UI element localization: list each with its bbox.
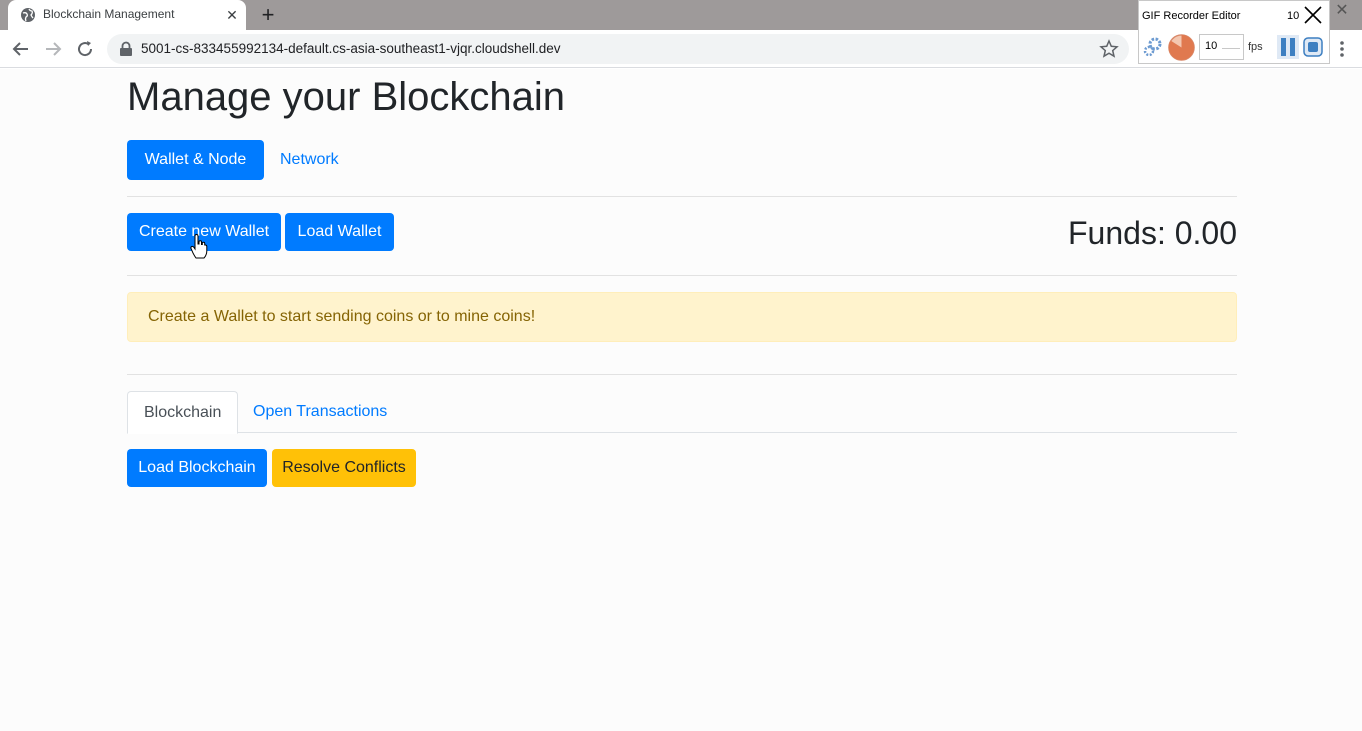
wallet-warning-alert: Create a Wallet to start sending coins o… xyxy=(127,292,1237,342)
reload-icon xyxy=(78,41,93,57)
load-wallet-button[interactable]: Load Wallet xyxy=(285,213,394,251)
globe-icon xyxy=(21,8,35,22)
divider xyxy=(127,196,1237,197)
gif-recorder-count: 10 xyxy=(1287,10,1300,22)
gif-recorder-panel: GIF Recorder Editor 10 10 fps xyxy=(1138,0,1330,64)
tab-blockchain[interactable]: Blockchain xyxy=(127,391,239,434)
reload-button[interactable] xyxy=(74,38,96,60)
arrow-left-icon xyxy=(12,42,28,56)
close-tab-icon[interactable]: ✕ xyxy=(224,7,240,23)
load-blockchain-button[interactable]: Load Blockchain xyxy=(127,449,267,487)
nav-network-link[interactable]: Network xyxy=(280,141,339,179)
fps-value: 10 xyxy=(1205,40,1218,52)
divider xyxy=(127,275,1237,276)
page-title: Manage your Blockchain xyxy=(127,75,566,119)
pause-button[interactable] xyxy=(1277,35,1299,59)
forward-button[interactable] xyxy=(42,38,64,60)
browser-tab-title: Blockchain Management xyxy=(43,7,175,21)
resolve-conflicts-button[interactable]: Resolve Conflicts xyxy=(272,449,416,487)
page-content: Manage your Blockchain Wallet & Node Net… xyxy=(0,69,1362,731)
pause-icon xyxy=(1281,38,1286,56)
gear-icon[interactable] xyxy=(1143,37,1163,57)
bookmark-star-icon[interactable] xyxy=(1099,39,1119,59)
close-icon[interactable] xyxy=(1303,5,1323,25)
new-tab-button[interactable]: + xyxy=(256,3,280,27)
more-menu-icon[interactable] xyxy=(1334,38,1350,60)
fps-label: fps xyxy=(1248,41,1263,53)
timer-icon[interactable] xyxy=(1167,33,1196,62)
arrow-right-icon xyxy=(46,42,62,56)
window-close-icon[interactable]: ✕ xyxy=(1333,2,1351,20)
lock-icon xyxy=(120,41,132,56)
address-bar[interactable]: 5001-cs-833455992134-default.cs-asia-sou… xyxy=(107,34,1129,64)
tab-open-transactions[interactable]: Open Transactions xyxy=(237,391,403,433)
fps-input[interactable]: 10 xyxy=(1199,34,1244,60)
browser-tab[interactable]: Blockchain Management ✕ xyxy=(8,0,246,30)
hand-cursor-icon xyxy=(190,234,208,259)
nav-wallet-node-button[interactable]: Wallet & Node xyxy=(127,140,264,180)
gif-recorder-title: GIF Recorder Editor xyxy=(1142,10,1241,22)
funds-balance: Funds: 0.00 xyxy=(1068,215,1237,251)
back-button[interactable] xyxy=(10,38,32,60)
divider xyxy=(127,374,1237,375)
stop-icon[interactable] xyxy=(1303,37,1323,57)
content-tabs: Blockchain Open Transactions xyxy=(127,391,1237,434)
url-text: 5001-cs-833455992134-default.cs-asia-sou… xyxy=(141,41,561,56)
